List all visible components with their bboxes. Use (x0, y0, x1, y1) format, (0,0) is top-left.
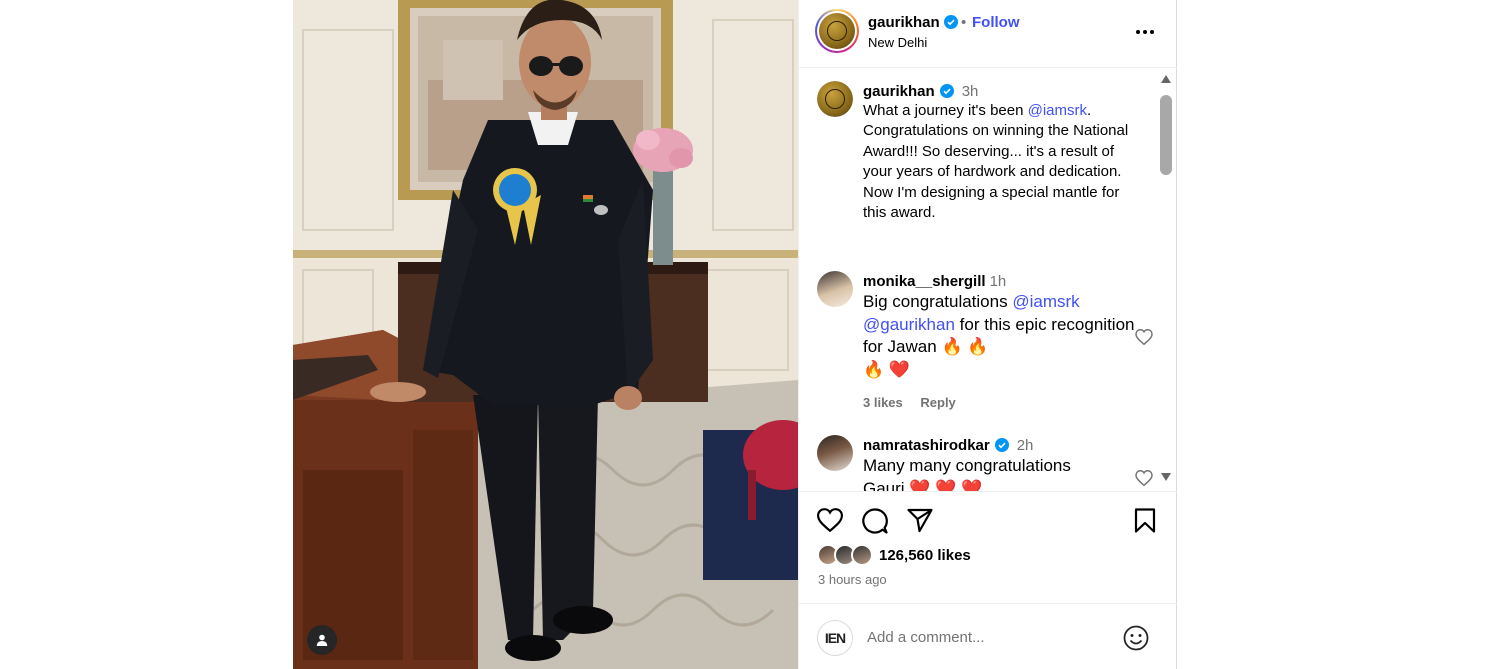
follow-button[interactable]: Follow (972, 14, 1020, 31)
tagged-users-button[interactable] (307, 625, 337, 655)
post-image (293, 0, 798, 669)
post-photo[interactable] (293, 0, 798, 669)
emoji-icon[interactable] (1123, 625, 1149, 656)
post-details-panel: gaurikhan • Follow New Delhi gaurikhan 3… (798, 0, 1177, 669)
like-comment-heart-icon[interactable] (1135, 469, 1153, 491)
post-header: gaurikhan • Follow New Delhi (799, 0, 1177, 68)
verified-badge-icon (944, 15, 958, 34)
author-username[interactable]: gaurikhan (868, 14, 940, 31)
share-icon[interactable] (907, 508, 933, 538)
posted-time[interactable]: 3 hours ago (818, 572, 887, 587)
comment-time[interactable]: 2h (1017, 437, 1034, 454)
likers-avatars[interactable] (817, 544, 879, 568)
add-comment-bar: IEN (799, 603, 1177, 669)
post-actions: 126,560 likes 3 hours ago (799, 491, 1177, 603)
add-comment-input[interactable] (867, 626, 1107, 648)
commenter-avatar[interactable] (817, 271, 853, 307)
more-options-icon[interactable] (1133, 22, 1157, 42)
liker-avatar (851, 544, 873, 566)
comments-scrollbar[interactable] (1157, 69, 1175, 491)
heart-icon[interactable] (816, 508, 844, 537)
likes-count[interactable]: 126,560 likes (879, 547, 971, 564)
separator-dot: • (961, 14, 967, 31)
mention-link[interactable]: @iamsrk (1012, 292, 1079, 311)
author-avatar (819, 13, 855, 49)
caption-time[interactable]: 3h (962, 83, 979, 100)
commenter-username[interactable]: monika__shergill (863, 273, 986, 290)
comments-list[interactable]: gaurikhan 3h What a journey it's been @i… (799, 69, 1157, 491)
scroll-up-arrow-icon[interactable] (1161, 75, 1171, 83)
author-avatar-story-ring[interactable] (815, 9, 859, 53)
comment-time[interactable]: 1h (990, 273, 1007, 290)
verified-badge-icon (994, 438, 1009, 452)
user-icon (316, 634, 328, 646)
post-location[interactable]: New Delhi (868, 35, 927, 50)
comment-icon[interactable] (862, 508, 888, 539)
scroll-down-arrow-icon[interactable] (1161, 473, 1171, 481)
commenter-avatar[interactable] (817, 435, 853, 471)
mention-link[interactable]: @gaurikhan (863, 315, 955, 334)
reply-button[interactable]: Reply (920, 395, 955, 410)
like-comment-heart-icon[interactable] (1135, 328, 1153, 350)
comment-meta: 3 likes Reply (863, 395, 1143, 410)
instagram-post-modal: gaurikhan • Follow New Delhi gaurikhan 3… (0, 0, 1497, 669)
commenter-username[interactable]: namratashirodkar (863, 437, 990, 454)
verified-badge-icon (939, 84, 954, 98)
caption-username[interactable]: gaurikhan (863, 83, 935, 100)
comment-text: Many many congratulations Gauri ❤️ ❤️ ❤️ (863, 456, 1071, 491)
current-user-avatar[interactable]: IEN (817, 620, 853, 656)
caption-text: What a journey it's been @iamsrk. Congra… (863, 102, 1129, 222)
comment-text: Big congratulations @iamsrk @gaurikhan fo… (863, 292, 1135, 379)
comment-likes-count[interactable]: 3 likes (863, 395, 903, 410)
caption-avatar[interactable] (817, 81, 853, 117)
scrollbar-thumb[interactable] (1160, 95, 1172, 175)
mention-link[interactable]: @iamsrk (1028, 102, 1087, 119)
bookmark-icon[interactable] (1134, 508, 1156, 538)
